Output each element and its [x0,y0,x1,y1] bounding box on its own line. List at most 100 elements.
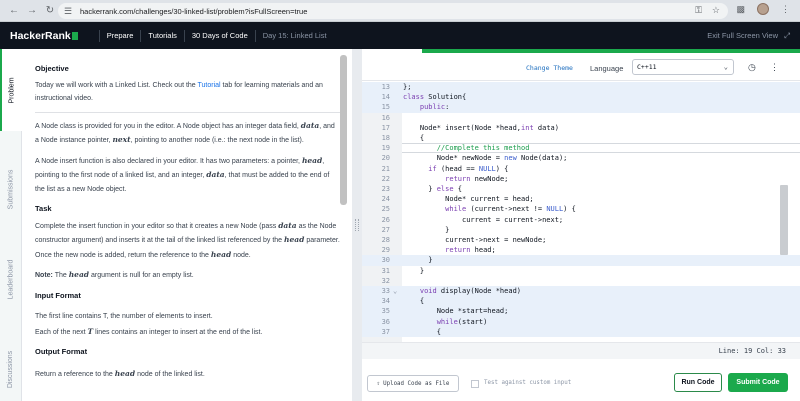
drag-handle-icon[interactable] [355,219,359,231]
code-line[interactable]: 28 current->next = newNode; [362,235,800,245]
cursor-position: Line: 19 Col: 33 [718,347,786,355]
code-text: { [403,297,425,306]
node-class-text: A Node class is provided for you in the … [35,119,340,148]
input-format-heading: Input Format [35,290,81,300]
exit-fullscreen-link[interactable]: Exit Full Screen View ⤢ [707,31,790,41]
code-text: while(start) [436,317,488,326]
tab-problem-label: Problem [8,76,16,104]
code-text: return newNode; [445,174,509,183]
line-number: 25 [381,205,390,214]
editor-toolbar: Change Theme Language C++11 ⌄ ◷ ⋮ [362,53,800,81]
output-format-heading: Output Format [35,347,88,356]
code-text: } [403,256,433,265]
code-line[interactable]: 34 { [362,296,800,307]
code-line[interactable]: 33 ⌄ void display(Node *head) [362,286,800,297]
upload-icon: ⇧ [376,380,381,387]
more-options-icon[interactable]: ⋮ [770,62,779,72]
forward-icon[interactable]: → [24,3,40,19]
code-editor-panel: Change Theme Language C++11 ⌄ ◷ ⋮ 13}; 14… [362,49,800,401]
line-number: 36 [381,317,390,326]
divider [35,111,340,113]
code-line[interactable]: 14 class Solution{ [362,92,800,103]
code-line[interactable]: 18 { [362,133,800,143]
nav-tutorials[interactable]: Tutorials [148,31,176,40]
objective-heading: Objective [35,64,69,73]
tab-leaderboard[interactable]: Leaderboard [0,239,22,319]
code-line[interactable]: 21 if (head == NULL) { [362,164,800,174]
math-var: head [210,249,232,259]
code-line[interactable]: 35 Node *start=head; [362,306,800,317]
site-header: HackerRank Prepare Tutorials 30 Days of … [0,22,800,49]
text-span: Complete the insert function in your edi… [35,222,279,230]
code-line[interactable]: 13}; [362,82,800,93]
math-var: data [278,220,297,230]
note-label: Note: [35,272,53,279]
editor-scrollbar[interactable] [780,185,788,255]
password-key-icon[interactable]: ⚿ [695,5,702,16]
extensions-icon[interactable]: ▩ [736,4,745,15]
code-line[interactable]: 29 return head; [362,245,800,255]
run-code-button[interactable]: Run Code [674,373,722,392]
line-number: 21 [381,164,390,173]
code-line[interactable]: 24 Node* current = head; [362,194,800,204]
text-span: argument is null for an empty list. [89,272,194,279]
tab-submissions[interactable]: Submissions [0,149,22,229]
language-select[interactable]: C++11 ⌄ [632,59,734,75]
problem-scrollbar[interactable] [340,55,347,205]
code-text: }; [403,83,412,91]
code-line[interactable]: 20 Node* newNode = new Node(data); [362,153,800,163]
editor-status-bar: Line: 19 Col: 33 [362,342,800,359]
code-line[interactable]: 37 { [362,326,800,337]
code-area[interactable]: 13}; 14 class Solution{15 public: 16 17 Node… [362,82,800,342]
code-line[interactable]: 17 Node* insert(Node *head,int data) [362,123,800,133]
tutorial-link[interactable]: Tutorial [198,82,221,89]
problem-statement: Objective Today we will work with a Link… [22,49,350,401]
upload-code-button[interactable]: ⇧ Upload Code as File [367,375,459,392]
nav-day-15: Day 15: Linked List [262,31,327,40]
code-text: Node* newNode = new Node(data); [403,154,568,163]
code-text: void display(Node *head) [419,287,522,295]
reload-icon[interactable]: ↻ [42,3,58,19]
line-number: 35 [381,307,390,316]
divider [98,29,100,42]
panel-splitter[interactable] [352,49,362,401]
fold-chevron-icon[interactable]: ⌄ [393,286,401,296]
restore-history-icon[interactable]: ◷ [748,62,756,72]
line-number: 30 [381,256,390,265]
custom-input-label[interactable]: Test against custom input [484,380,571,386]
code-line[interactable]: 32 [362,276,800,286]
current-line-highlight [402,143,800,154]
line-number: 31 [381,266,390,275]
profile-avatar[interactable] [757,3,769,15]
code-line[interactable]: 15 public: [362,102,800,113]
tab-problem[interactable]: Problem [0,49,22,131]
hackerrank-logo[interactable]: HackerRank [10,30,78,42]
address-bar[interactable]: ☰ hackerrank.com/challenges/30-linked-li… [58,3,728,19]
code-line[interactable]: 26 current = current->next; [362,215,800,225]
menu-dots-icon[interactable]: ⋮ [781,4,790,15]
back-icon[interactable]: ← [6,3,22,19]
text-span: node of the linked list. [135,370,205,378]
code-line[interactable]: 25 while (current->next != NULL) { [362,204,800,214]
bookmark-star-icon[interactable]: ☆ [712,5,720,16]
divider [254,29,256,42]
code-line[interactable]: 27 } [362,225,800,235]
code-line[interactable]: 30 } [362,255,800,266]
site-info-icon[interactable]: ☰ [64,6,74,16]
code-line[interactable]: 23 } else { [362,184,800,194]
submit-code-button[interactable]: Submit Code [728,373,788,392]
objective-text: Today we will work with a Linked List. C… [35,79,340,106]
code-line[interactable]: 36 while(start) [362,316,800,327]
line-number: 27 [381,225,390,234]
code-line[interactable]: 22 return newNode; [362,174,800,184]
change-theme-link[interactable]: Change Theme [526,64,573,72]
code-line[interactable]: 16 [362,113,800,123]
tab-discussions[interactable]: Discussions [0,334,22,401]
custom-input-checkbox[interactable] [471,380,479,388]
nav-30-days[interactable]: 30 Days of Code [192,31,248,40]
task-text: Complete the insert function in your edi… [35,219,340,263]
code-line[interactable]: 31 } [362,266,800,276]
line-number: 22 [381,174,390,183]
output-format-text: Return a reference to the head node of t… [35,367,340,382]
nav-prepare[interactable]: Prepare [107,31,134,40]
